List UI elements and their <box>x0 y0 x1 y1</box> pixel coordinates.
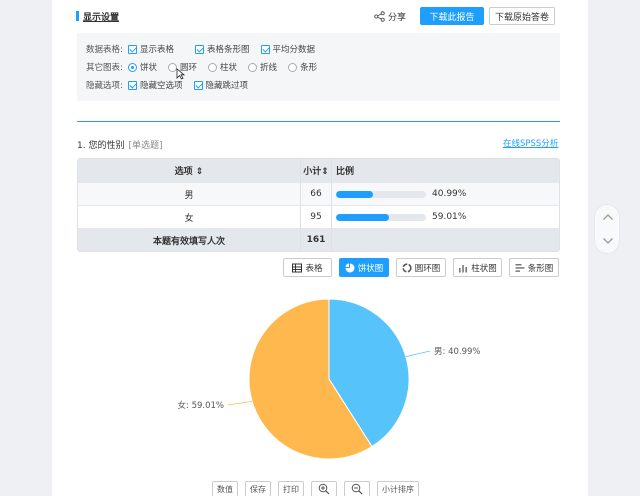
scroll-up-icon[interactable] <box>602 213 614 221</box>
pie-slice-label: 男: 40.99% <box>434 347 480 357</box>
zoom-in-button[interactable] <box>311 481 337 496</box>
zoom-out-icon <box>351 483 363 495</box>
zoom-out-button[interactable] <box>344 481 370 496</box>
pie-label-leader <box>405 350 431 358</box>
pie-label-leader <box>227 400 253 406</box>
sort-by-count-button[interactable]: 小计排序 <box>377 481 419 496</box>
pie-chart: 男: 40.99% 女: 59.01% <box>178 298 480 460</box>
values-button[interactable]: 数值 <box>212 481 238 496</box>
scroll-nav <box>594 204 620 254</box>
scroll-down-icon[interactable] <box>602 237 614 245</box>
print-button[interactable]: 打印 <box>278 481 304 496</box>
pie-slice-label: 女: 59.01% <box>178 400 224 411</box>
zoom-in-icon <box>318 483 330 495</box>
save-button[interactable]: 保存 <box>245 481 271 496</box>
